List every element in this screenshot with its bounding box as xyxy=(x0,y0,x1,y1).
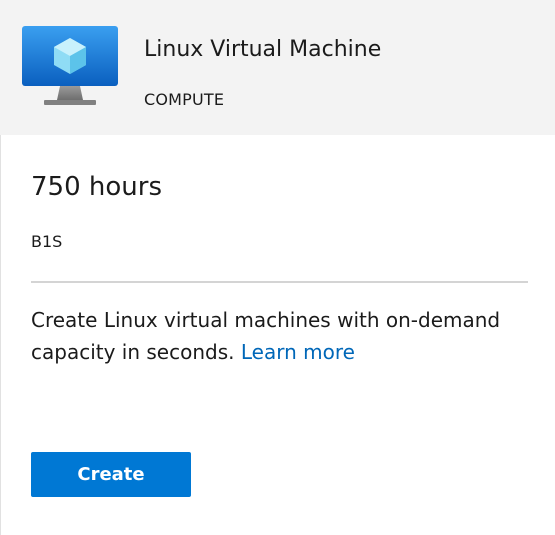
learn-more-link[interactable]: Learn more xyxy=(241,340,355,364)
create-button[interactable]: Create xyxy=(31,452,191,497)
card-header: Linux Virtual Machine COMPUTE xyxy=(0,0,555,135)
service-title: Linux Virtual Machine xyxy=(144,37,382,62)
service-description: Create Linux virtual machines with on-de… xyxy=(31,304,511,368)
card-border xyxy=(0,135,1,535)
service-card: Linux Virtual Machine COMPUTE 750 hours … xyxy=(0,0,555,535)
free-amount: 750 hours xyxy=(31,172,162,202)
virtual-machine-icon xyxy=(22,26,118,105)
sku-label: B1S xyxy=(31,232,63,251)
service-category: COMPUTE xyxy=(144,90,225,109)
section-divider xyxy=(31,281,528,283)
